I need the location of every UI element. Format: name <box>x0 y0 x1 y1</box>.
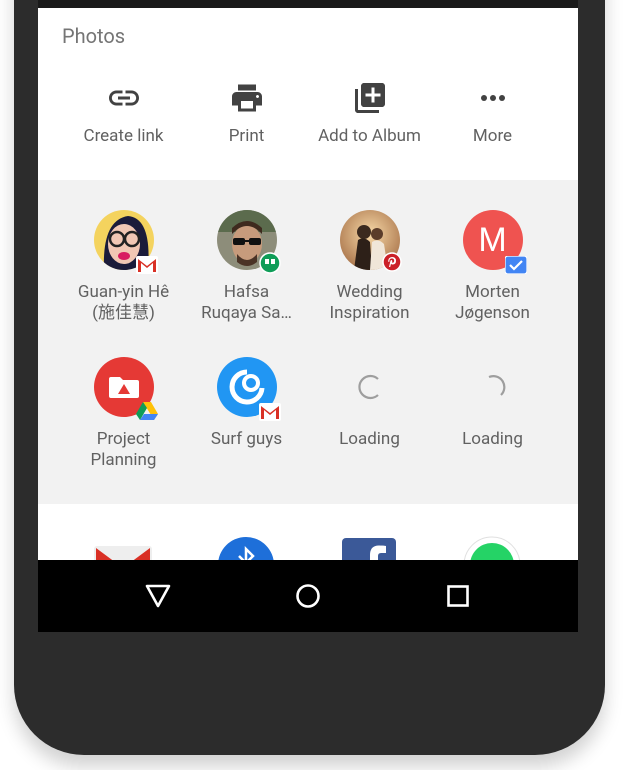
avatar: M <box>462 210 527 274</box>
more-horiz-icon <box>480 95 505 101</box>
gmail-icon <box>94 546 152 560</box>
contact-hafsa[interactable]: Hafsa Ruqaya Sa… <box>185 210 308 324</box>
contact-guan-yin-he[interactable]: Guan-yin Hê (施佳慧) <box>62 210 185 324</box>
back-button[interactable] <box>138 576 178 616</box>
shared-photo-preview <box>38 0 578 8</box>
pinterest-badge-icon <box>381 252 402 272</box>
contact-name: Project Planning <box>90 429 157 470</box>
phone-screen: Photos Create link Print Add to Album Mo… <box>38 0 578 632</box>
share-actions-row: Create link Print Add to Album More <box>38 72 578 180</box>
recents-button[interactable] <box>438 576 478 616</box>
avatar <box>216 210 281 274</box>
contact-name: Surf guys <box>210 429 283 449</box>
gmail-badge-icon <box>258 403 281 421</box>
home-button[interactable] <box>288 576 328 616</box>
add-to-album-label: Add to Album <box>318 126 421 146</box>
home-circle-icon <box>296 584 320 608</box>
recents-square-icon <box>447 585 469 607</box>
contact-name: Wedding Inspiration <box>329 282 410 323</box>
contact-name: Loading <box>462 429 523 449</box>
direct-share-grid: Guan-yin Hê (施佳慧) Hafsa Ruqaya Sa… Weddi… <box>38 180 578 504</box>
contact-project-planning[interactable]: Project Planning <box>62 357 185 471</box>
link-icon <box>108 90 139 106</box>
add-to-album-icon <box>354 83 385 113</box>
print-button[interactable]: Print <box>185 72 308 172</box>
contact-loading: Loading <box>308 357 431 450</box>
avatar-placeholder <box>463 357 523 417</box>
bluetooth-icon <box>218 537 274 560</box>
avatar <box>93 210 158 274</box>
print-label: Print <box>228 126 265 146</box>
app-gmail[interactable] <box>94 536 152 560</box>
contact-surf-guys[interactable]: Surf guys <box>185 357 308 450</box>
hangouts-badge-icon <box>258 252 281 274</box>
avatar <box>216 357 281 421</box>
app-whatsapp[interactable] <box>463 536 521 560</box>
more-label: More <box>472 126 513 146</box>
contact-loading: Loading <box>431 357 554 450</box>
contact-wedding-inspiration[interactable]: Wedding Inspiration <box>308 210 431 324</box>
avatar-placeholder <box>340 357 400 417</box>
contact-name: Morten Jøgenson <box>455 282 530 323</box>
contact-name: Loading <box>339 429 400 449</box>
contact-name: Guan-yin Hê (施佳慧) <box>77 282 170 323</box>
navigation-bar <box>38 560 578 632</box>
app-bluetooth[interactable] <box>217 536 275 560</box>
app-facebook[interactable] <box>340 536 398 560</box>
gmail-badge-icon <box>135 256 158 274</box>
share-apps-row <box>38 504 578 560</box>
drive-badge-icon <box>135 402 158 420</box>
more-button[interactable]: More <box>431 72 554 172</box>
inbox-badge-icon <box>504 256 527 274</box>
share-sheet-title: Photos <box>62 24 126 48</box>
avatar <box>93 357 158 420</box>
loading-spinner-icon <box>488 375 505 396</box>
contact-name: Hafsa Ruqaya Sa… <box>201 282 292 323</box>
avatar <box>339 210 402 272</box>
back-triangle-icon <box>145 584 171 608</box>
whatsapp-icon <box>463 536 521 560</box>
print-icon <box>231 84 262 112</box>
add-to-album-button[interactable]: Add to Album <box>308 72 431 172</box>
create-link-label: Create link <box>83 126 164 146</box>
create-link-button[interactable]: Create link <box>62 72 185 172</box>
facebook-icon <box>342 538 396 560</box>
loading-spinner-icon <box>357 374 379 400</box>
contact-morten-jogenson[interactable]: M Morten Jøgenson <box>431 210 554 324</box>
